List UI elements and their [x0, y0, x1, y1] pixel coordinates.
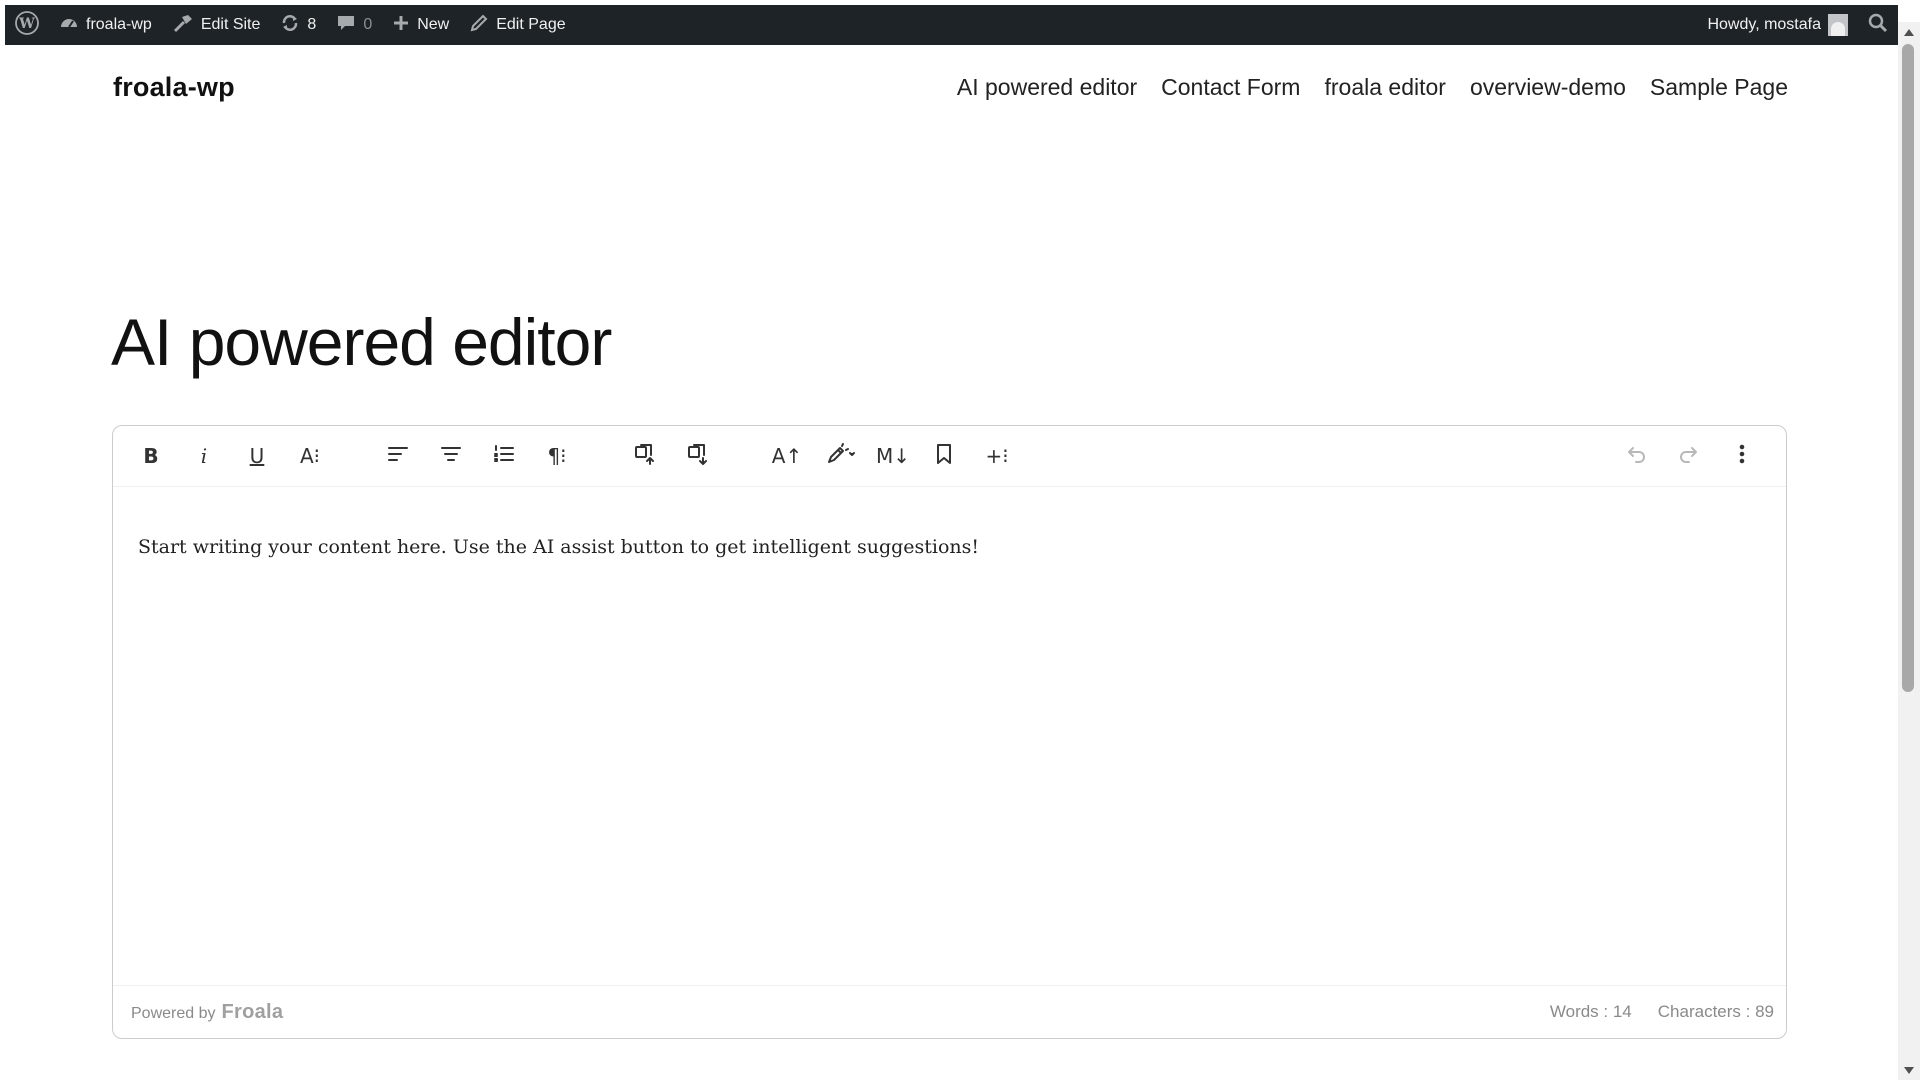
edit-site-label: Edit Site [200, 16, 261, 33]
powered-by[interactable]: Powered by Froala [131, 1001, 283, 1024]
align-left-icon [386, 442, 410, 471]
align-left-button[interactable] [380, 438, 416, 474]
nav-item-overview-demo[interactable]: overview-demo [1470, 74, 1626, 101]
ai-assist-icon [826, 442, 856, 471]
site-name-link[interactable]: froala-wp [49, 5, 162, 45]
insert-more-button[interactable]: +⁝ [979, 438, 1015, 474]
align-center-icon [439, 442, 463, 471]
paragraph-more-button[interactable]: ¶⁝ [539, 438, 575, 474]
import-word-icon [633, 442, 657, 471]
new-content-link[interactable]: New [382, 5, 459, 45]
scroll-up-arrow-icon[interactable] [1904, 29, 1914, 36]
nav-item-contact-form[interactable]: Contact Form [1161, 74, 1300, 101]
insert-more-icon: +⁝ [985, 444, 1009, 468]
italic-button[interactable]: i [186, 438, 222, 474]
bold-button[interactable]: B [133, 438, 169, 474]
scrollbar-thumb[interactable] [1902, 44, 1914, 692]
undo-icon [1624, 442, 1648, 471]
comments-count: 0 [363, 16, 373, 33]
text-more-icon: A⁝ [299, 444, 321, 468]
updates-count: 8 [307, 16, 317, 33]
powered-by-label: Powered by [131, 1004, 216, 1022]
underline-icon: U [249, 444, 265, 468]
editor-content-area[interactable]: Start writing your content here. Use the… [138, 536, 1761, 558]
paragraph-more-icon: ¶⁝ [547, 444, 567, 468]
ai-text-icon: A↑ [771, 444, 803, 468]
pencil-icon [469, 13, 489, 38]
avatar-icon [1828, 14, 1848, 36]
froala-brand: Froala [221, 1000, 284, 1023]
more-options-button[interactable] [1724, 438, 1760, 474]
comments-link[interactable]: 0 [326, 5, 382, 45]
page-title: AI powered editor [111, 305, 612, 379]
more-options-icon [1730, 442, 1754, 471]
ai-text-button[interactable]: A↑ [769, 438, 805, 474]
search-icon [1868, 13, 1888, 38]
character-count: Characters : 89 [1657, 1002, 1774, 1021]
froala-editor: B i U A⁝ ¶⁝ A↑ M↓ +⁝ Start writing your … [112, 425, 1787, 1039]
word-count: Words : 14 [1549, 1002, 1632, 1021]
markdown-button[interactable]: M↓ [875, 438, 911, 474]
site-navigation: AI powered editor Contact Form froala ed… [957, 74, 1788, 101]
plus-icon [392, 14, 410, 37]
ai-assist-button[interactable] [820, 438, 862, 474]
edit-page-label: Edit Page [496, 16, 566, 33]
nav-item-sample-page[interactable]: Sample Page [1650, 74, 1788, 101]
wordpress-logo-icon: W [15, 10, 39, 40]
scroll-down-arrow-icon[interactable] [1904, 1067, 1914, 1074]
my-account-link[interactable]: Howdy, mostafa [1697, 5, 1858, 45]
howdy-label: Howdy, mostafa [1707, 16, 1821, 33]
admin-search-button[interactable] [1858, 5, 1898, 45]
svg-text:W: W [18, 16, 35, 32]
editor-toolbar: B i U A⁝ ¶⁝ A↑ M↓ +⁝ [113, 426, 1786, 487]
editor-counters: Words : 14 Characters : 89 [1550, 1002, 1774, 1022]
updates-link[interactable]: 8 [270, 5, 326, 45]
nav-item-ai-powered-editor[interactable]: AI powered editor [957, 74, 1137, 101]
ordered-list-button[interactable] [486, 438, 522, 474]
bookmark-button[interactable] [926, 438, 962, 474]
redo-icon [1677, 442, 1701, 471]
italic-icon: i [200, 444, 208, 468]
export-word-icon [686, 442, 710, 471]
bold-icon: B [143, 444, 159, 468]
refresh-icon [280, 13, 300, 38]
bookmark-icon [932, 442, 956, 471]
admin-bar: W froala-wp Edit Site 8 0 New Edit Page … [5, 5, 1898, 45]
text-more-button[interactable]: A⁝ [292, 438, 328, 474]
import-word-button[interactable] [627, 438, 663, 474]
undo-button[interactable] [1618, 438, 1654, 474]
site-title[interactable]: froala-wp [113, 72, 235, 103]
comment-icon [336, 13, 356, 38]
new-label: New [417, 16, 450, 33]
export-word-button[interactable] [680, 438, 716, 474]
hammer-icon [172, 13, 194, 38]
editor-footer: Powered by Froala Words : 14 Characters … [113, 985, 1786, 1038]
dashboard-icon [59, 13, 79, 38]
redo-button[interactable] [1671, 438, 1707, 474]
edit-page-link[interactable]: Edit Page [459, 5, 575, 45]
wordpress-logo-button[interactable]: W [5, 5, 49, 45]
nav-item-froala-editor[interactable]: froala editor [1324, 74, 1445, 101]
ordered-list-icon [492, 442, 516, 471]
underline-button[interactable]: U [239, 438, 275, 474]
site-name-label: froala-wp [86, 16, 152, 33]
page-scrollbar[interactable] [1898, 22, 1920, 1080]
markdown-icon: M↓ [875, 444, 910, 468]
align-center-button[interactable] [433, 438, 469, 474]
edit-site-link[interactable]: Edit Site [162, 5, 271, 45]
